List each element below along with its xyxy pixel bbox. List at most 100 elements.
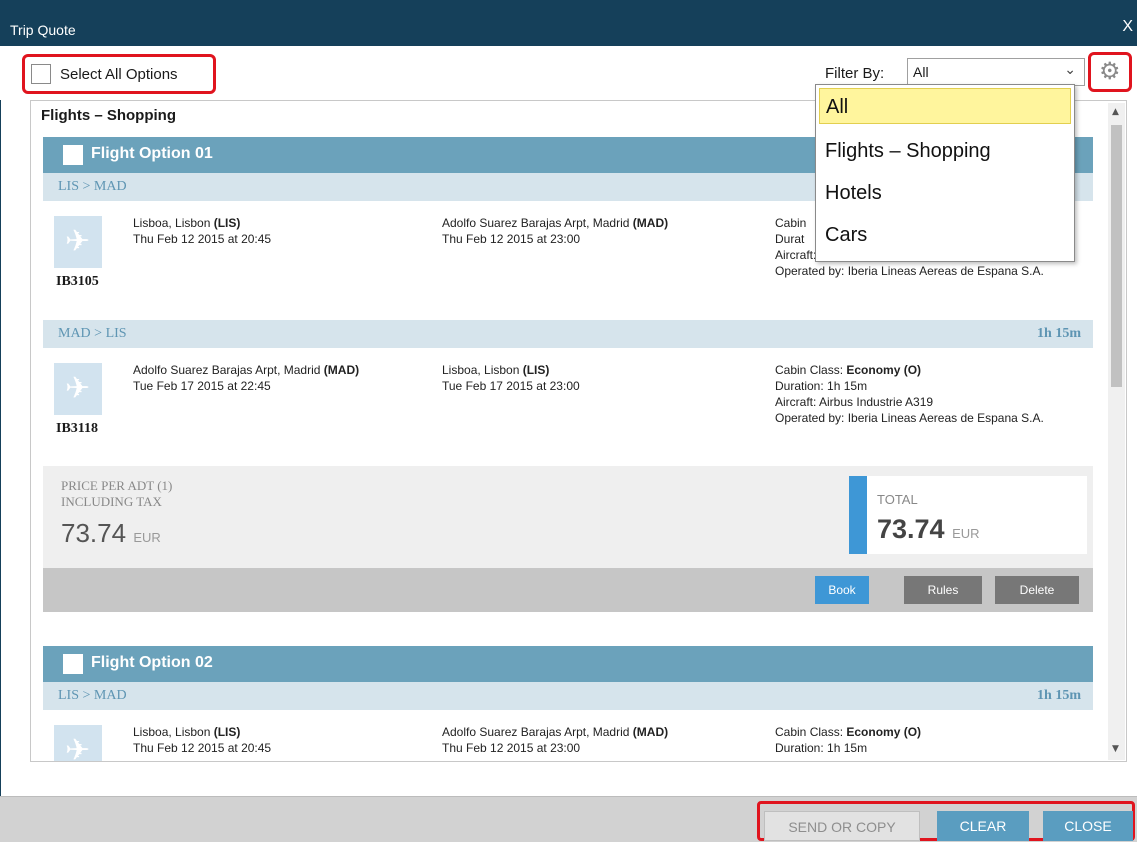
duration-label: Durat <box>775 232 805 246</box>
flight-segment: ✈ IB3118 Adolfo Suarez Barajas Arpt, Mad… <box>43 348 1093 466</box>
route-bar: MAD > LIS 1h 15m <box>43 320 1093 348</box>
flight-option-header: Flight Option 02 <box>43 646 1093 682</box>
flight-option-checkbox[interactable] <box>63 145 83 165</box>
scroll-up-icon[interactable]: ▲ <box>1112 107 1119 117</box>
cabin-value: Economy (O) <box>846 725 922 739</box>
rules-button[interactable]: Rules <box>904 576 982 604</box>
departure-code: (LIS) <box>213 216 241 230</box>
route-duration: 1h 15m <box>1037 688 1081 703</box>
window-titlebar: Trip Quote X <box>0 0 1137 46</box>
cabin-label: Cabin Class: <box>775 725 844 739</box>
settings-highlight: ⚙ <box>1088 52 1132 92</box>
airplane-icon: ✈ <box>54 363 102 415</box>
price-amount: 73.74 EUR <box>61 518 161 549</box>
flight-number: IB3118 <box>56 421 99 436</box>
cabin-label: Cabin <box>775 216 807 230</box>
cabin-label: Cabin Class: <box>775 363 844 377</box>
price-currency: EUR <box>133 530 161 545</box>
scroll-down-icon[interactable]: ▼ <box>1112 744 1119 754</box>
arrival-time: Thu Feb 12 2015 at 23:00 <box>442 232 581 246</box>
price-per-label: PRICE PER ADT (1) <box>61 478 173 493</box>
departure-info: Lisboa, Lisbon (LIS) Thu Feb 12 2015 at … <box>133 215 271 247</box>
filter-option-all[interactable]: All <box>819 88 1071 124</box>
filter-dropdown-list: All Flights – Shopping Hotels Cars <box>815 84 1075 262</box>
flight-option-checkbox[interactable] <box>63 654 83 674</box>
gear-icon[interactable]: ⚙ <box>1099 57 1121 85</box>
filter-label: Filter By: <box>825 65 885 82</box>
arrival-time: Tue Feb 17 2015 at 23:00 <box>442 379 580 393</box>
price-bar: PRICE PER ADT (1) INCLUDING TAX 73.74 EU… <box>43 466 1093 568</box>
departure-code: (LIS) <box>213 725 241 739</box>
arrival-name: Adolfo Suarez Barajas Arpt, Madrid <box>442 216 630 230</box>
total-label: TOTAL <box>877 492 918 507</box>
segment-details: Cabin Class: Economy (O) Duration: 1h 15… <box>775 724 1085 756</box>
select-all-label[interactable]: Select All Options <box>60 66 178 83</box>
price-labels: PRICE PER ADT (1) INCLUDING TAX <box>61 478 172 510</box>
operator-info: Operated by: Iberia Lineas Aereas de Esp… <box>775 411 1044 425</box>
arrival-info: Adolfo Suarez Barajas Arpt, Madrid (MAD)… <box>442 724 668 756</box>
departure-info: Lisboa, Lisbon (LIS) Thu Feb 12 2015 at … <box>133 724 271 756</box>
flight-option-label: Flight Option 02 <box>91 654 213 671</box>
flight-segment: ✈ Lisboa, Lisbon (LIS) Thu Feb 12 2015 a… <box>43 710 1093 761</box>
send-or-copy-button[interactable]: SEND OR COPY <box>764 811 920 841</box>
option-action-bar: Book Rules Delete <box>43 568 1093 612</box>
duration-label: Duration: <box>775 379 824 393</box>
departure-time: Thu Feb 12 2015 at 20:45 <box>133 741 272 755</box>
cabin-value: Economy (O) <box>846 363 922 377</box>
arrival-code: (LIS) <box>522 363 550 377</box>
route-label: LIS > MAD <box>58 688 127 703</box>
window-left-border <box>0 46 1 796</box>
total-currency: EUR <box>952 526 980 541</box>
total-value: 73.74 <box>877 514 945 544</box>
departure-time: Tue Feb 17 2015 at 22:45 <box>133 379 271 393</box>
arrival-code: (MAD) <box>632 216 669 230</box>
arrival-time: Thu Feb 12 2015 at 23:00 <box>442 741 581 755</box>
arrival-name: Lisboa, Lisbon <box>442 363 520 377</box>
arrival-info: Lisboa, Lisbon (LIS) Tue Feb 17 2015 at … <box>442 362 580 394</box>
airplane-icon: ✈ <box>54 216 102 268</box>
route-label: MAD > LIS <box>58 326 127 341</box>
section-title: Flights – Shopping <box>41 107 176 124</box>
window-close-button[interactable]: X <box>1122 18 1133 36</box>
route-label: LIS > MAD <box>58 179 127 194</box>
departure-code: (MAD) <box>323 363 360 377</box>
route-duration: 1h 15m <box>1037 326 1081 341</box>
dialog-footer: SEND OR COPY CLEAR CLOSE <box>0 796 1137 842</box>
scrollbar-thumb[interactable] <box>1111 125 1122 387</box>
vertical-scrollbar[interactable]: ▲ ▼ <box>1108 103 1125 760</box>
price-value: 73.74 <box>61 518 127 548</box>
duration-value: 1h 15m <box>827 741 868 755</box>
window-title: Trip Quote <box>10 22 76 38</box>
book-button[interactable]: Book <box>815 576 869 604</box>
departure-name: Lisboa, Lisbon <box>133 725 211 739</box>
duration-label: Duration: <box>775 741 824 755</box>
select-all-checkbox[interactable] <box>31 64 51 84</box>
total-amount: 73.74 EUR <box>877 514 980 545</box>
filter-select[interactable]: All ⌄ <box>907 58 1085 86</box>
arrival-name: Adolfo Suarez Barajas Arpt, Madrid <box>442 725 630 739</box>
filter-option-cars[interactable]: Cars <box>819 217 1071 253</box>
departure-name: Lisboa, Lisbon <box>133 216 211 230</box>
including-tax-label: INCLUDING TAX <box>61 494 162 509</box>
chevron-down-icon: ⌄ <box>1064 62 1076 78</box>
arrival-code: (MAD) <box>632 725 669 739</box>
segment-details: Cabin Class: Economy (O) Duration: 1h 15… <box>775 362 1085 426</box>
flight-number: IB3105 <box>56 274 99 289</box>
operator-info: Operated by: Iberia Lineas Aereas de Esp… <box>775 264 1044 278</box>
clear-button[interactable]: CLEAR <box>937 811 1029 841</box>
delete-button[interactable]: Delete <box>995 576 1079 604</box>
flight-option-label: Flight Option 01 <box>91 145 213 162</box>
airplane-icon: ✈ <box>54 725 102 761</box>
filter-option-flights[interactable]: Flights – Shopping <box>819 133 1071 169</box>
select-all-highlight: Select All Options <box>22 54 216 94</box>
departure-info: Adolfo Suarez Barajas Arpt, Madrid (MAD)… <box>133 362 359 394</box>
filter-option-hotels[interactable]: Hotels <box>819 175 1071 211</box>
filter-select-value: All <box>913 64 929 80</box>
aircraft-info: Aircraft: Airbus Industrie A319 <box>775 395 934 409</box>
departure-time: Thu Feb 12 2015 at 20:45 <box>133 232 272 246</box>
departure-name: Adolfo Suarez Barajas Arpt, Madrid <box>133 363 321 377</box>
close-button[interactable]: CLOSE <box>1043 811 1133 841</box>
total-box: TOTAL 73.74 EUR <box>849 476 1087 554</box>
duration-value: 1h 15m <box>827 379 868 393</box>
route-bar: LIS > MAD 1h 15m <box>43 682 1093 710</box>
